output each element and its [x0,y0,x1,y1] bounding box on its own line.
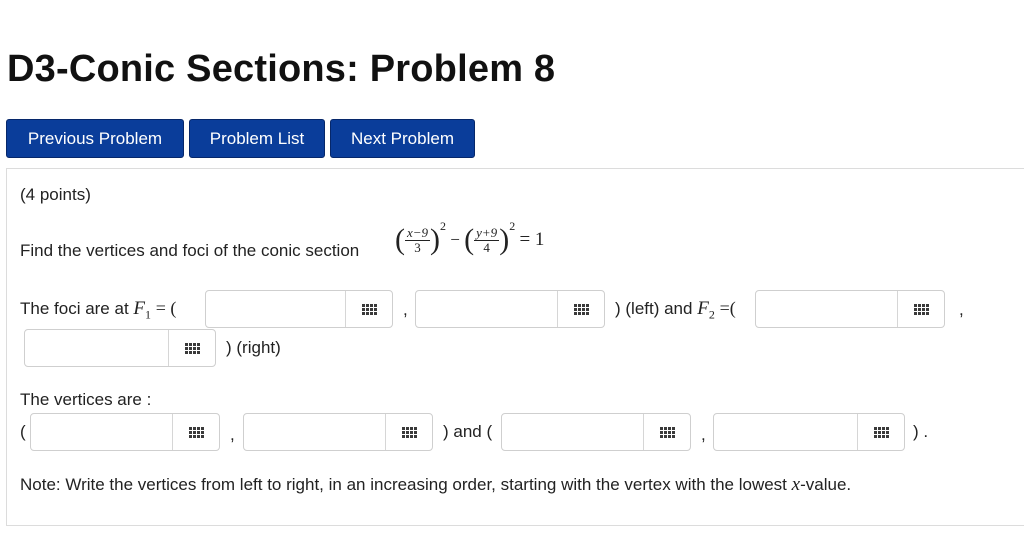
equation-editor-icon[interactable] [346,291,392,327]
close-paren: ) . [913,422,929,441]
f2-x-answer [755,290,945,328]
f1-y-answer [415,290,605,328]
comma: , [230,425,235,444]
foci-left-text: ) (left) and F2 =( [615,298,736,322]
comma: , [701,425,706,444]
comma: , [403,300,408,319]
f2-y-answer [24,329,216,367]
fraction-y: y+9 4 [474,224,500,255]
problem-list-button[interactable]: Problem List [189,119,325,158]
v2-y-answer [713,413,905,451]
comma: , [959,300,964,319]
problem-panel: (4 points) Find the vertices and foci of… [6,168,1024,526]
equation-editor-icon[interactable] [169,330,215,366]
foci-right-text: ) (right) [226,338,281,357]
equation-editor-icon[interactable] [173,414,219,450]
prompt-text: Find the vertices and foci of the conic … [20,241,360,260]
equation-editor-icon[interactable] [386,414,432,450]
f2-y-input[interactable] [25,330,169,366]
f1-y-input[interactable] [416,291,558,327]
vertices-label: The vertices are : [20,390,152,409]
equation-editor-icon[interactable] [644,414,690,450]
page-title: D3-Conic Sections: Problem 8 [7,48,556,90]
open-paren: ( [20,422,26,441]
points-label: (4 points) [20,185,91,204]
equation-editor-icon[interactable] [898,291,944,327]
fraction-x: x−9 3 [405,224,431,255]
problem-nav: Previous Problem Problem List Next Probl… [6,119,475,158]
v2-y-input[interactable] [714,414,858,450]
v2-x-answer [501,413,691,451]
v1-x-input[interactable] [31,414,173,450]
conic-equation: (x−9 3)2 − (y+9 4)2 = 1 [395,219,545,256]
next-problem-button[interactable]: Next Problem [330,119,475,158]
previous-problem-button[interactable]: Previous Problem [6,119,184,158]
f1-x-input[interactable] [206,291,346,327]
v1-x-answer [30,413,220,451]
equation-editor-icon[interactable] [558,291,604,327]
v1-y-input[interactable] [244,414,386,450]
v2-x-input[interactable] [502,414,644,450]
v1-y-answer [243,413,433,451]
equation-editor-icon[interactable] [858,414,904,450]
note-text: Note: Write the vertices from left to ri… [20,474,852,495]
and-text: ) and ( [443,422,493,441]
foci-label: The foci are at F1 = ( [20,298,177,322]
f1-x-answer [205,290,393,328]
f2-x-input[interactable] [756,291,898,327]
